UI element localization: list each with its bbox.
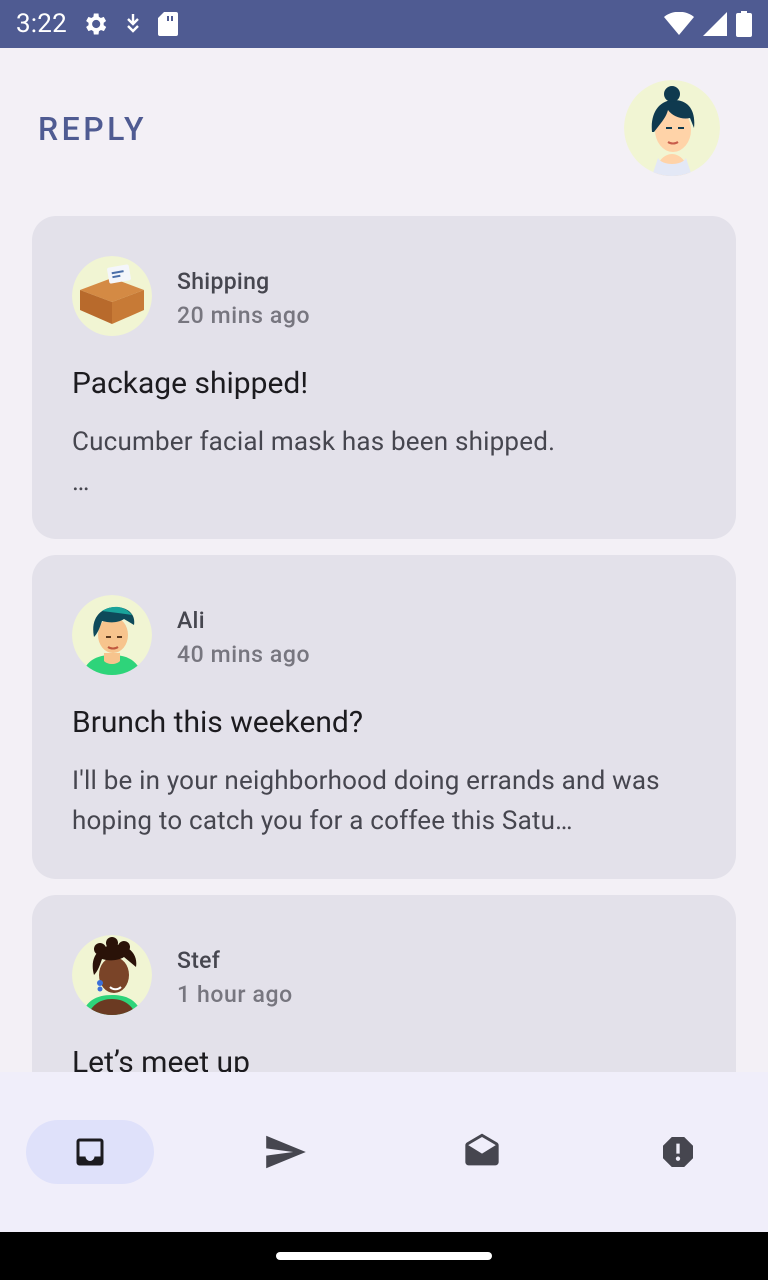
wifi-icon xyxy=(664,12,694,35)
nav-drafts[interactable] xyxy=(418,1120,546,1184)
email-subject: Brunch this weekend? xyxy=(72,705,364,740)
status-time: 3:22 xyxy=(16,9,67,39)
email-preview: I'll be in your neighborhood doing erran… xyxy=(72,766,660,836)
stef-avatar xyxy=(72,935,152,1015)
email-time: 40 mins ago xyxy=(177,641,311,668)
drafts-icon xyxy=(465,1133,499,1166)
package-avatar xyxy=(72,256,152,336)
settings-icon xyxy=(86,13,107,35)
email-sender: Stef xyxy=(177,947,221,974)
report-icon xyxy=(663,1137,693,1167)
inbox-icon xyxy=(76,1138,104,1166)
app-logo: REPLY xyxy=(38,110,148,148)
status-bar: 3:22 xyxy=(0,0,768,48)
email-subject: Package shipped! xyxy=(72,366,309,401)
battery-icon xyxy=(736,11,752,37)
app-header: REPLY xyxy=(0,48,768,208)
ali-avatar xyxy=(72,595,152,675)
email-card[interactable]: Shipping 20 mins ago Package shipped! Cu… xyxy=(32,216,736,539)
email-sender: Ali xyxy=(177,607,205,634)
email-card[interactable]: Stef 1 hour ago Let’s meet up xyxy=(32,895,736,1072)
profile-avatar[interactable] xyxy=(624,80,720,176)
cell-signal-icon xyxy=(703,12,727,36)
nav-sent[interactable] xyxy=(222,1120,350,1184)
bottom-navigation xyxy=(0,1072,768,1232)
system-navigation-bar xyxy=(0,1232,768,1280)
email-preview-more: … xyxy=(72,467,90,497)
send-icon xyxy=(266,1135,306,1169)
download-icon xyxy=(127,14,139,33)
profile-avatar-image xyxy=(624,80,720,176)
nav-inbox[interactable] xyxy=(26,1120,154,1184)
email-subject: Let’s meet up xyxy=(72,1045,250,1072)
email-time: 1 hour ago xyxy=(177,981,293,1008)
home-gesture-handle[interactable] xyxy=(276,1252,492,1260)
email-preview: Cucumber facial mask has been shipped. xyxy=(72,427,556,457)
email-sender: Shipping xyxy=(177,268,270,295)
sd-card-icon xyxy=(157,12,178,36)
email-card[interactable]: Ali 40 mins ago Brunch this weekend? I'l… xyxy=(32,555,736,879)
nav-spam[interactable] xyxy=(614,1120,742,1184)
status-left-icons xyxy=(81,10,179,38)
email-list[interactable]: Shipping 20 mins ago Package shipped! Cu… xyxy=(32,216,736,1072)
email-time: 20 mins ago xyxy=(177,302,311,329)
status-right-icons xyxy=(664,11,752,37)
